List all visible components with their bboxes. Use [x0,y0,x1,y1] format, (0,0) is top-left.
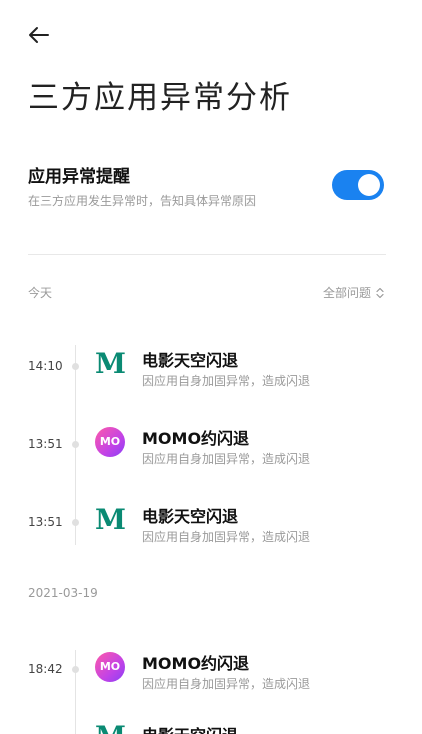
entry-title: MOMO约闪退 [142,429,250,448]
entry-time: 13:51 [28,515,63,529]
setting-title: 应用异常提醒 [28,167,130,187]
date-label-today: 今天 [28,286,53,300]
entry-title: 电影天空闪退 [142,507,239,526]
toggle-knob [358,174,380,196]
anomaly-alert-setting: 应用异常提醒 在三方应用发生异常时，告知具体异常原因 [28,158,388,214]
entry-description: 因应用自身加固异常，造成闪退 [142,374,311,388]
movie-sky-app-icon: M [95,722,126,734]
setting-description: 在三方应用发生异常时，告知具体异常原因 [28,194,257,208]
back-arrow-icon [29,27,49,43]
entry-time: 14:10 [28,359,63,373]
momo-app-icon: MO [95,427,125,457]
timeline-dot [72,363,79,370]
entry-title: 电影天空闪退 [142,351,239,370]
entry-title: MOMO约闪退 [142,654,250,673]
divider [28,254,386,255]
entry-time: 13:51 [28,437,63,451]
timeline-dot [72,519,79,526]
list-item[interactable]: 18:42 MO MOMO约闪退 因应用自身加固异常，造成闪退 [0,650,422,704]
timeline-dot [72,441,79,448]
filter-label: 全部问题 [322,286,371,300]
sort-updown-icon [376,287,384,298]
date-label: 2021-03-19 [28,586,98,600]
entry-title: 电影天空闪退 [142,722,238,734]
entry-description: 因应用自身加固异常，造成闪退 [142,452,311,466]
anomaly-alert-toggle[interactable] [332,170,384,200]
list-item[interactable]: 13:51 M 电影天空闪退 因应用自身加固异常，造成闪退 [0,503,422,557]
entry-description: 因应用自身加固异常，造成闪退 [142,677,311,691]
list-item[interactable]: 14:10 M 电影天空闪退 因应用自身加固异常，造成闪退 [0,347,422,401]
movie-sky-app-icon: M [95,347,126,380]
list-item[interactable]: 13:51 MO MOMO约闪退 因应用自身加固异常，造成闪退 [0,425,422,479]
timeline-dot [72,666,79,673]
list-item[interactable]: M 电影天空闪退 [0,722,422,734]
page-title: 三方应用异常分析 [28,80,292,116]
entry-time: 18:42 [28,662,63,676]
entry-description: 因应用自身加固异常，造成闪退 [142,530,311,544]
back-button[interactable] [24,20,54,50]
momo-app-icon: MO [95,652,125,682]
issue-filter-dropdown[interactable]: 全部问题 [323,284,384,301]
movie-sky-app-icon: M [95,503,126,536]
